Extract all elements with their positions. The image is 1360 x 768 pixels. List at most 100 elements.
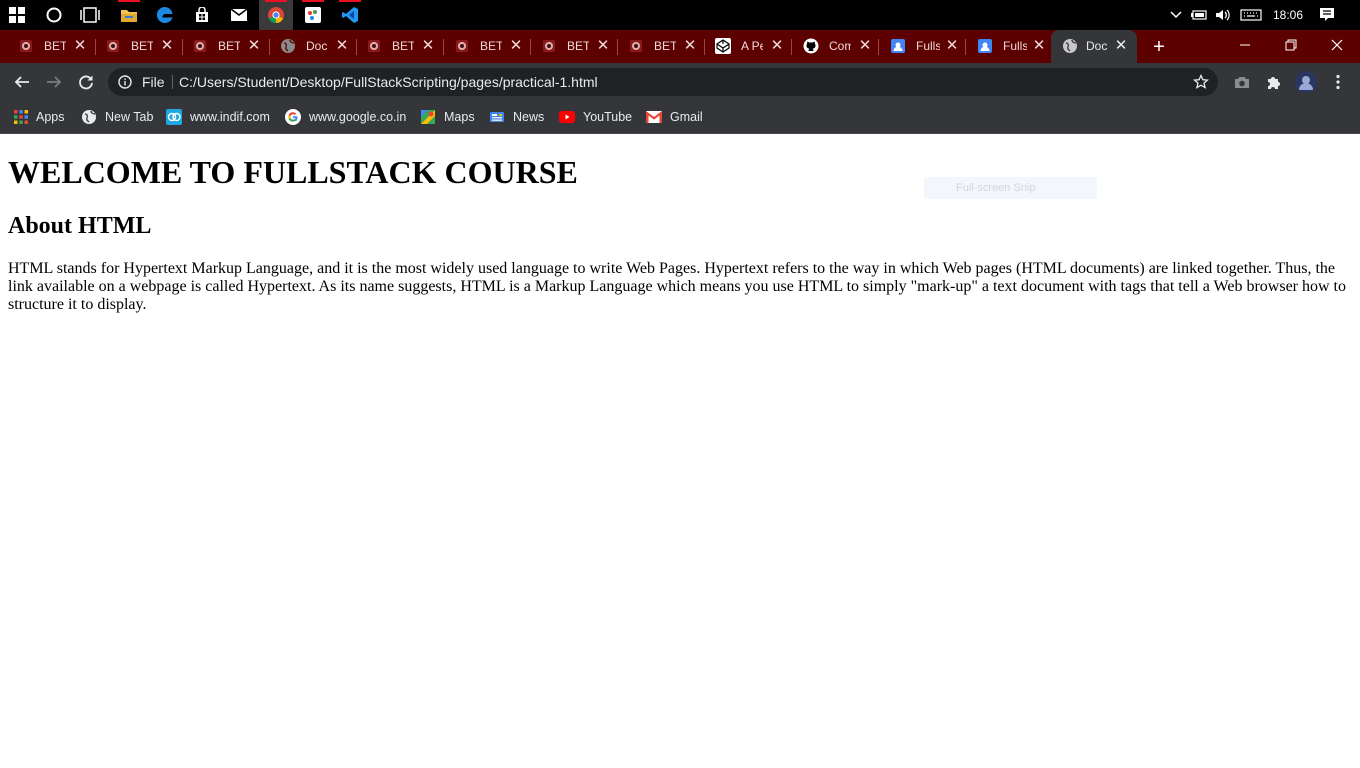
tab-title: BETA <box>567 39 589 53</box>
chrome-icon[interactable] <box>259 0 293 30</box>
close-tab-icon[interactable]: ✕ <box>508 38 524 54</box>
page-paragraph: HTML stands for Hypertext Markup Languag… <box>8 260 1346 313</box>
reload-icon[interactable] <box>74 70 98 94</box>
classroom-icon <box>891 39 905 53</box>
extensions-puzzle-icon[interactable] <box>1262 70 1286 94</box>
chevron-up-icon[interactable] <box>1166 0 1186 30</box>
browser-tab[interactable]: BETA ✕ <box>0 30 96 63</box>
close-tab-icon[interactable]: ✕ <box>769 38 785 54</box>
volume-icon[interactable] <box>1212 0 1234 30</box>
keyboard-icon[interactable] <box>1238 0 1264 30</box>
browser-tab[interactable]: BETA ✕ <box>174 30 270 63</box>
browser-tab[interactable]: BETA ✕ <box>610 30 706 63</box>
minimize-icon[interactable] <box>1222 30 1268 60</box>
bookmark-new-tab[interactable]: New Tab <box>81 106 153 128</box>
snip-overlay[interactable]: Full-screen Snip <box>924 177 1097 199</box>
beta-icon <box>194 40 206 52</box>
tab-title: BETA <box>44 39 66 53</box>
close-tab-icon[interactable]: ✕ <box>246 38 262 54</box>
taskbar-clock[interactable]: 18:06 <box>1266 0 1310 30</box>
bookmark-maps[interactable]: Maps <box>420 106 475 128</box>
avatar[interactable] <box>1294 70 1318 94</box>
page-subheading: About HTML <box>8 213 152 239</box>
menu-kebab-icon[interactable] <box>1326 70 1350 94</box>
close-tab-icon[interactable]: ✕ <box>72 38 88 54</box>
browser-tab[interactable]: BETA ✕ <box>436 30 532 63</box>
browser-tab[interactable]: Doc ✕ <box>262 30 358 63</box>
google-icon <box>285 109 301 125</box>
close-tab-icon[interactable]: ✕ <box>420 38 436 54</box>
bookmark-indif[interactable]: www.indif.com <box>166 106 270 128</box>
bookmark-label: Gmail <box>670 110 703 124</box>
gmail-icon <box>646 111 662 123</box>
bookmark-label: YouTube <box>583 110 633 124</box>
new-tab-button[interactable]: + <box>1148 34 1170 60</box>
restore-icon[interactable] <box>1268 30 1314 60</box>
store-icon[interactable] <box>185 0 219 30</box>
info-icon[interactable] <box>118 75 132 89</box>
maps-icon <box>421 110 435 124</box>
close-tab-icon[interactable]: ✕ <box>1031 38 1047 54</box>
tab-separator <box>95 39 96 55</box>
tab-title: BETA <box>131 39 153 53</box>
tab-separator <box>965 39 966 55</box>
battery-icon[interactable] <box>1188 0 1210 30</box>
indif-icon <box>166 109 182 125</box>
youtube-icon <box>559 111 575 123</box>
close-tab-icon[interactable]: ✕ <box>159 38 175 54</box>
bookmark-youtube[interactable]: YouTube <box>559 106 632 128</box>
tab-title: Fulls <box>916 39 940 53</box>
cortana-icon[interactable] <box>37 0 71 30</box>
browser-tab[interactable]: A Pe ✕ <box>697 30 793 63</box>
edge-icon[interactable] <box>148 0 182 30</box>
bookmark-star-icon[interactable] <box>1193 74 1209 90</box>
bookmark-label: www.indif.com <box>190 110 270 124</box>
close-window-icon[interactable] <box>1314 30 1360 60</box>
bookmark-label: Apps <box>36 110 65 124</box>
url-text[interactable]: C:/Users/Student/Desktop/FullStackScript… <box>179 68 598 96</box>
tab-title: Doc <box>306 39 328 53</box>
bookmark-google[interactable]: www.google.co.in <box>285 106 406 128</box>
browser-tab[interactable]: BETA ✕ <box>348 30 444 63</box>
browser-tab[interactable]: Fulls ✕ <box>959 30 1055 63</box>
forward-arrow-icon[interactable] <box>42 70 66 94</box>
browser-tab[interactable]: Fulls ✕ <box>872 30 968 63</box>
browser-tab[interactable]: Com ✕ <box>785 30 881 63</box>
beta-icon <box>630 40 642 52</box>
task-view-icon[interactable] <box>73 0 107 30</box>
globe-icon <box>82 110 96 124</box>
browser-tab[interactable]: BETA ✕ <box>87 30 183 63</box>
close-tab-icon[interactable]: ✕ <box>595 38 611 54</box>
bookmark-apps[interactable]: Apps <box>14 106 65 128</box>
tab-strip: BETA ✕ BETA ✕ BETA ✕ Doc ✕ BETA ✕ BETA ✕… <box>0 30 1360 63</box>
close-tab-icon[interactable]: ✕ <box>857 38 873 54</box>
close-tab-icon[interactable]: ✕ <box>682 38 698 54</box>
apps-grid-icon <box>14 110 28 124</box>
paint-icon[interactable] <box>296 0 330 30</box>
codepen-icon <box>715 38 731 54</box>
action-center-icon[interactable] <box>1316 0 1338 30</box>
bookmark-label: Maps <box>444 110 475 124</box>
file-explorer-icon[interactable] <box>112 0 146 30</box>
tab-title: A Pe <box>741 39 763 53</box>
globe-icon <box>281 39 295 53</box>
close-tab-icon[interactable]: ✕ <box>1113 38 1129 54</box>
start-icon[interactable] <box>0 0 34 30</box>
browser-tab-active[interactable]: Doc ✕ <box>1051 30 1137 63</box>
bookmark-gmail[interactable]: Gmail <box>646 106 703 128</box>
beta-icon <box>368 40 380 52</box>
close-tab-icon[interactable]: ✕ <box>944 38 960 54</box>
camera-icon[interactable] <box>1230 70 1254 94</box>
tab-title: BETA <box>480 39 502 53</box>
address-divider <box>172 75 173 89</box>
tab-separator <box>791 39 792 55</box>
address-bar[interactable]: File C:/Users/Student/Desktop/FullStackS… <box>108 68 1218 96</box>
browser-tab[interactable]: BETA ✕ <box>523 30 619 63</box>
bookmark-news[interactable]: News <box>489 106 544 128</box>
news-icon <box>490 112 504 122</box>
back-arrow-icon[interactable] <box>10 70 34 94</box>
url-scheme-label: File <box>142 74 165 90</box>
vscode-icon[interactable] <box>333 0 367 30</box>
page-heading: WELCOME TO FULLSTACK COURSE <box>8 154 578 190</box>
mail-icon[interactable] <box>222 0 256 30</box>
